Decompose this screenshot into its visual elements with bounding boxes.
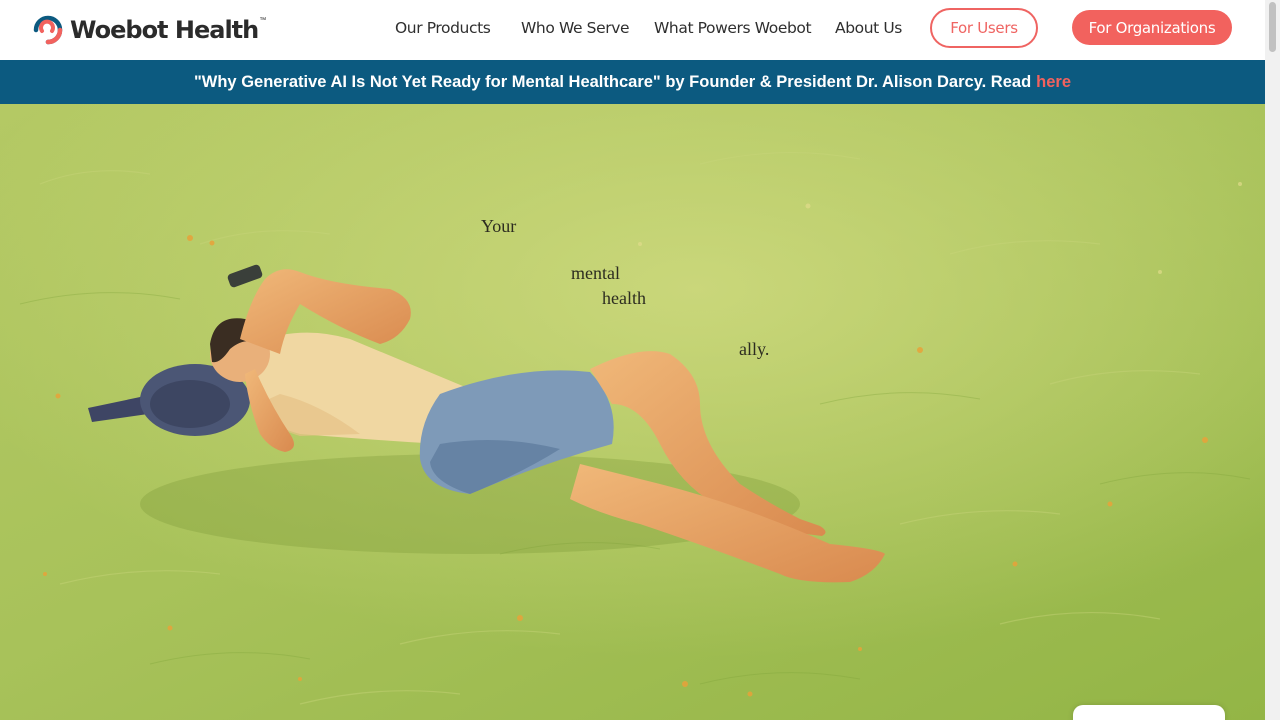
brand-logo[interactable]: Woebot Health ™ — [30, 14, 266, 46]
banner-read-link[interactable]: here — [1036, 73, 1071, 92]
hero-section: Your mental health ally. — [0, 104, 1265, 720]
trademark: ™ — [259, 16, 267, 24]
announcement-banner: "Why Generative AI Is Not Yet Ready for … — [0, 60, 1265, 104]
site-header: Woebot Health ™ Our Products Who We Serv… — [0, 0, 1265, 60]
chat-widget-tab[interactable] — [1073, 705, 1225, 720]
nav-who-we-serve[interactable]: Who We Serve — [521, 19, 630, 37]
banner-text: "Why Generative AI Is Not Yet Ready for … — [193, 72, 1032, 91]
woebot-logo-icon — [33, 15, 63, 45]
for-users-button[interactable]: For Users — [930, 8, 1038, 48]
page-scrollbar[interactable] — [1265, 0, 1280, 720]
scrollbar-thumb[interactable] — [1269, 2, 1276, 52]
tagline-word-mental: mental — [571, 263, 620, 283]
nav-about-us[interactable]: About Us — [835, 19, 902, 37]
nav-our-products[interactable]: Our Products — [395, 19, 491, 37]
hero-illustration — [0, 104, 1265, 720]
brand-name: Woebot Health — [70, 16, 259, 44]
nav-what-powers-woebot[interactable]: What Powers Woebot — [654, 19, 812, 37]
tagline-word-health: health — [602, 288, 646, 308]
for-organizations-button[interactable]: For Organizations — [1072, 10, 1232, 45]
tagline-word-your: Your — [481, 216, 517, 236]
tagline-word-ally: ally. — [739, 339, 770, 359]
